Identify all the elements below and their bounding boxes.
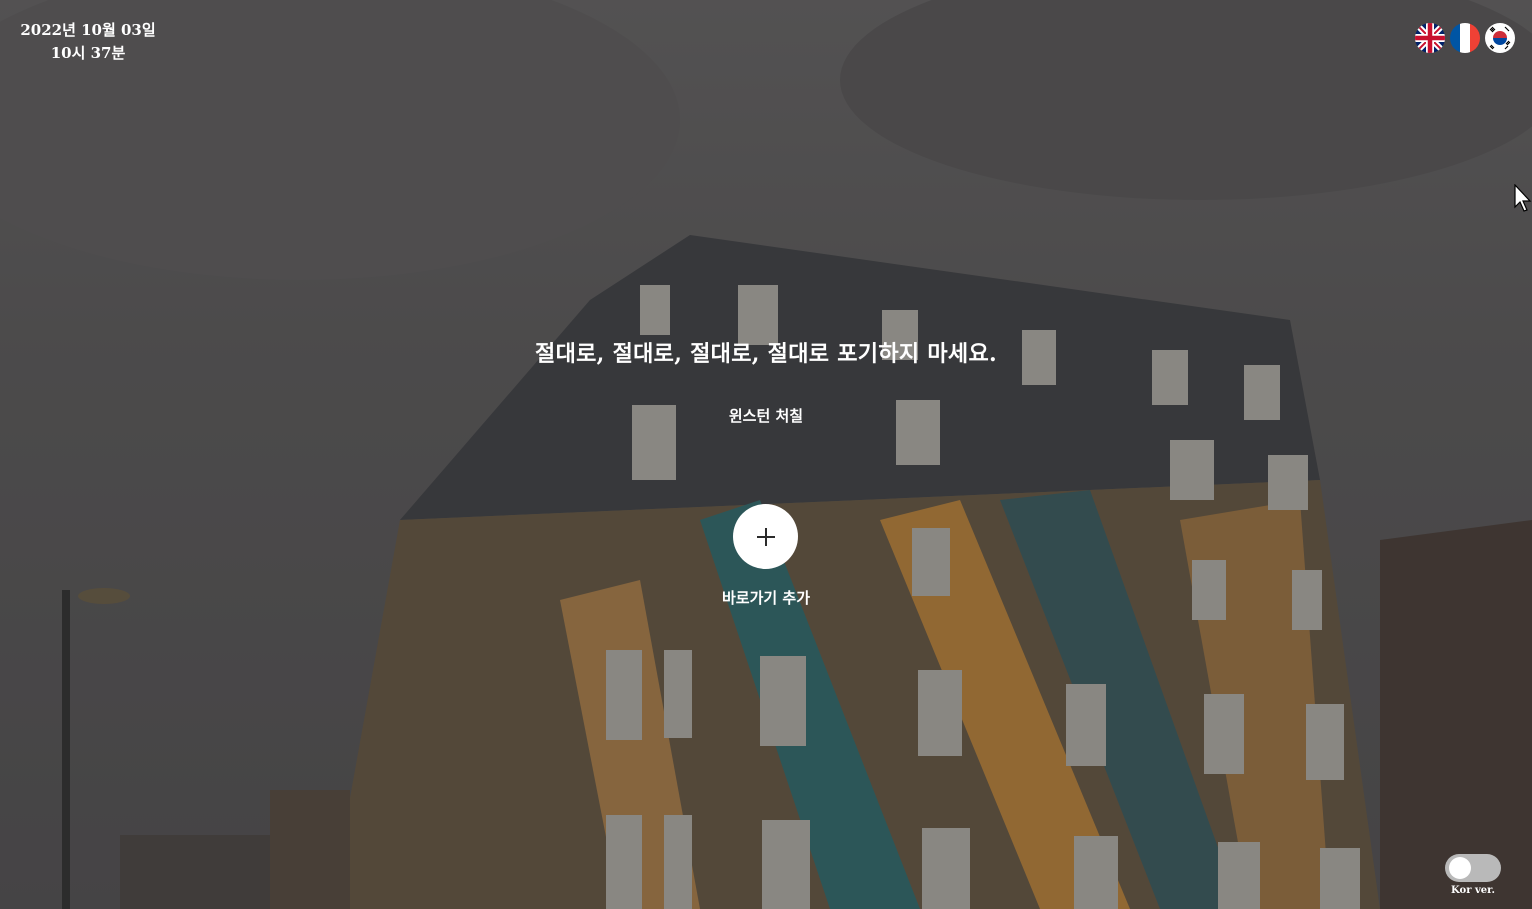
datetime-display: 2022년 10월 03일 10시 37분	[14, 19, 162, 65]
background-photo	[0, 0, 1532, 909]
language-version-toggle[interactable]	[1445, 854, 1501, 882]
date-text: 2022년 10월 03일	[20, 21, 156, 39]
new-tab-page: 2022년 10월 03일 10시 37분 절대로, 절대로, 절대로, 절대로…	[0, 0, 1532, 909]
plus-icon	[756, 527, 775, 546]
french-flag-icon[interactable]	[1450, 23, 1480, 53]
time-text: 10시 37분	[50, 44, 126, 62]
language-selector	[1415, 23, 1515, 53]
mouse-cursor-icon	[1514, 184, 1532, 212]
korean-flag-icon[interactable]	[1485, 23, 1515, 53]
toggle-label: Kor ver.	[1451, 885, 1495, 896]
quote-text: 절대로, 절대로, 절대로, 절대로 포기하지 마세요.	[535, 341, 997, 367]
toggle-knob	[1449, 857, 1471, 879]
add-shortcut-button[interactable]	[733, 504, 798, 569]
english-flag-icon[interactable]	[1415, 23, 1445, 53]
add-shortcut-label: 바로가기 추가	[721, 589, 811, 607]
quote-author: 윈스턴 처칠	[728, 407, 804, 425]
